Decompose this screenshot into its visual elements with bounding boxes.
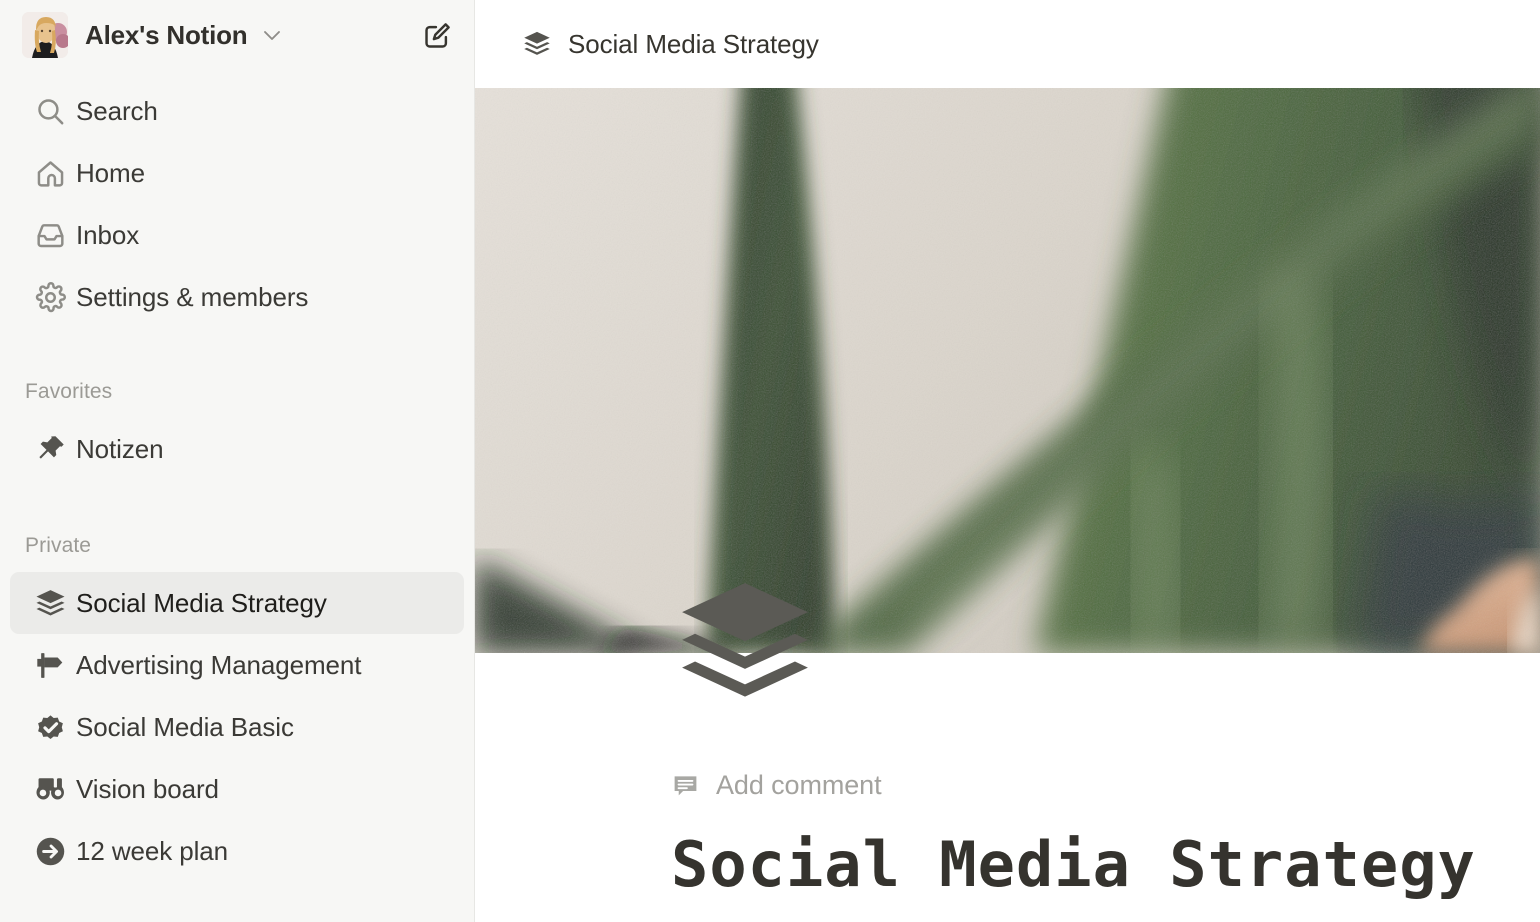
topbar: Social Media Strategy (475, 0, 1540, 88)
workspace-header[interactable]: Alex's Notion (0, 0, 474, 70)
page-title[interactable]: Social Media Strategy (671, 828, 1540, 901)
sidebar-item-settings-members[interactable]: Settings & members (10, 266, 464, 328)
sidebar-item-label: Settings & members (76, 281, 309, 312)
home-icon (34, 157, 76, 190)
sidebar-item-notizen[interactable]: Notizen (10, 418, 464, 480)
sidebar-item-social-media-strategy[interactable]: Social Media Strategy (10, 572, 464, 634)
sidebar-item-label: Social Media Basic (76, 711, 294, 742)
sidebar-item-advertising-management[interactable]: Advertising Management (10, 634, 464, 696)
breadcrumb[interactable]: Social Media Strategy (522, 29, 819, 60)
main-content: Social Media Strategy Add comment Social… (475, 0, 1540, 922)
sidebar-item-label: Social Media Strategy (76, 587, 327, 618)
chevron-down-icon[interactable] (260, 23, 284, 47)
notion-app-window: Alex's Notion Search Home Inbox Settings… (0, 0, 1540, 922)
sidebar-item-label: Search (76, 95, 158, 126)
breadcrumb-label: Social Media Strategy (568, 28, 819, 59)
sidebar-item-label: 12 week plan (76, 835, 229, 866)
sidebar-item-label: Home (76, 157, 145, 188)
add-comment-label: Add comment (716, 770, 882, 800)
sidebar-item-home[interactable]: Home (10, 142, 464, 204)
page-cover-image[interactable] (475, 88, 1540, 653)
sidebar: Alex's Notion Search Home Inbox Settings… (0, 0, 475, 922)
gear-icon (34, 281, 76, 314)
page-icon[interactable] (671, 569, 819, 717)
sidebar-item-search[interactable]: Search (10, 80, 464, 142)
signpost-icon (34, 649, 76, 682)
page-body: Add comment Social Media Strategy Lorem … (475, 583, 1540, 922)
pushpin-icon (34, 433, 76, 466)
sidebar-nav: Search Home Inbox Settings & members (0, 80, 474, 328)
verified-badge-icon (34, 711, 76, 744)
layers-stack-icon (522, 29, 552, 59)
layers-stack-icon (34, 587, 76, 620)
search-icon (34, 95, 76, 128)
sidebar-item-label: Advertising Management (76, 649, 362, 680)
private-section-title: Private (25, 534, 92, 557)
binoculars-icon (34, 773, 76, 806)
private-page-list: Social Media Strategy Advertising Manage… (0, 572, 474, 882)
sidebar-item-vision-board[interactable]: Vision board (10, 758, 464, 820)
sidebar-item-social-media-basic[interactable]: Social Media Basic (10, 696, 464, 758)
arrow-right-circle-icon (34, 835, 76, 868)
sidebar-item-inbox[interactable]: Inbox (10, 204, 464, 266)
workspace-name[interactable]: Alex's Notion (85, 20, 248, 51)
sidebar-item-label: Vision board (76, 773, 219, 804)
sidebar-item-12-week-plan[interactable]: 12 week plan (10, 820, 464, 882)
compose-new-page-icon[interactable] (418, 16, 456, 54)
sidebar-item-label: Inbox (76, 219, 140, 250)
sidebar-item-label: Notizen (76, 433, 164, 464)
favorites-section-title: Favorites (25, 380, 113, 403)
comment-bubble-icon (671, 771, 700, 800)
favorites-list: Notizen (0, 418, 474, 480)
inbox-icon (34, 219, 76, 252)
avatar[interactable] (22, 12, 68, 58)
